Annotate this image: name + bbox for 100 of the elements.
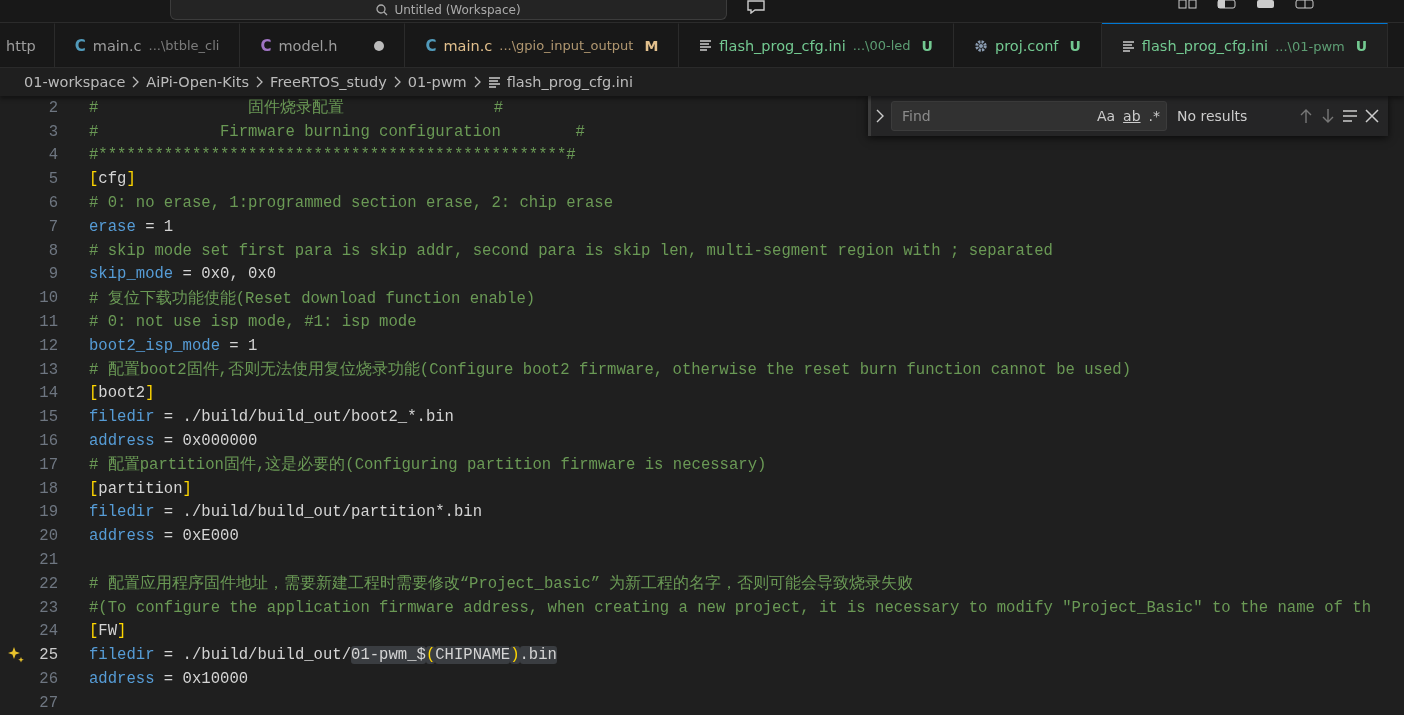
lines-file-icon: [699, 39, 713, 52]
tab-path: ...\00-led: [852, 38, 911, 53]
editor-tab[interactable]: C model.h: [240, 23, 406, 67]
code-line: [boot2]: [89, 384, 155, 403]
code-line: # 复位下载功能使能(Reset download function enable): [89, 288, 536, 309]
find-option-toggle[interactable]: .*: [1148, 108, 1160, 124]
chevron-right-icon: [131, 76, 141, 88]
git-status-letter: U: [921, 37, 933, 54]
chevron-right-icon: [472, 76, 482, 88]
line-number: 20: [39, 527, 58, 546]
line-number: 19: [39, 503, 58, 522]
tab-path: ...\gpio_input_output: [499, 38, 634, 53]
editor-tab[interactable]: C main.c ...\gpio_input_output M: [405, 23, 680, 67]
editor-tab[interactable]: flash_prog_cfg.ini ...\01-pwm U: [1101, 23, 1389, 67]
find-option-toggle[interactable]: ab: [1123, 108, 1141, 124]
sparkle-icon[interactable]: [8, 647, 24, 664]
editor-tab[interactable]: flash_prog_cfg.ini ...\00-led U: [679, 23, 954, 67]
code-line: boot2_isp_mode = 1: [89, 336, 258, 355]
find-option-toggle[interactable]: Aa: [1096, 108, 1116, 124]
tab-label: main.c: [92, 37, 142, 54]
code-line: # 配置partition固件,这是必要的(Configuring partition firmware is necessary): [89, 454, 767, 476]
git-status-letter: M: [644, 37, 659, 54]
code-line: address = 0x000000: [89, 432, 258, 451]
editor-tab[interactable]: http: [0, 23, 55, 67]
editor-tab[interactable]: proj.conf U: [953, 23, 1102, 67]
line-number: 27: [39, 693, 58, 712]
code-line: filedir = ./build/build_out/01-pwm_$(CHIPNAME).bin: [89, 646, 557, 665]
find-in-selection-icon[interactable]: [1342, 108, 1358, 124]
breadcrumb-item[interactable]: FreeRTOS_study: [270, 74, 387, 90]
code-line: address = 0xE000: [89, 527, 239, 546]
chevron-right-icon[interactable]: [875, 109, 885, 123]
chevron-right-icon: [392, 76, 402, 88]
line-number: 17: [39, 455, 58, 474]
workspace-title: Untitled (Workspace): [394, 2, 521, 17]
sidebar-layout-icon[interactable]: [1217, 0, 1236, 9]
tab-label: flash_prog_cfg.ini: [719, 37, 846, 54]
gear-icon: [973, 38, 988, 53]
split-layout-icon[interactable]: [1178, 0, 1197, 9]
code-line: # 配置应用程序固件地址，需要新建工程时需要修改“Project_basic” 为新工程的名字，否则可能会导致烧录失败: [89, 573, 914, 595]
editor-tab[interactable]: C main.c ...\btble_cli: [54, 23, 241, 67]
tab-path: ...\btble_cli: [148, 38, 220, 53]
tab-label: model.h: [278, 37, 338, 54]
tab-label: main.c: [443, 37, 493, 54]
find-input[interactable]: Find Aa ab .*: [891, 101, 1167, 131]
lines-file-icon: [487, 75, 501, 89]
search-icon: [376, 3, 389, 16]
find-result-count: No results: [1177, 108, 1248, 124]
code-line: [partition]: [89, 479, 192, 498]
line-number: 26: [39, 670, 58, 688]
line-number: 15: [39, 408, 58, 427]
line-number: 21: [39, 551, 58, 570]
code-line: erase = 1: [89, 217, 174, 236]
line-number: 3: [48, 122, 58, 141]
line-number: 23: [39, 598, 58, 617]
line-number: 5: [48, 170, 58, 189]
code-line: [FW]: [89, 622, 127, 641]
line-number: 18: [39, 479, 58, 498]
code-line: skip_mode = 0x0, 0x0: [89, 265, 277, 284]
code-line: # 0: not use isp mode, #1: isp mode: [89, 313, 417, 332]
code-line: # 0: no erase, 1:programmed section erase, 2: chip erase: [89, 194, 614, 213]
git-status-letter: U: [1355, 38, 1368, 54]
code-line: address = 0x10000: [89, 670, 249, 688]
line-number: 4: [48, 146, 58, 165]
line-number: 14: [39, 384, 58, 403]
chevron-right-icon: [255, 76, 265, 88]
code-line: filedir = ./build/build_out/partition*.bin: [89, 503, 483, 522]
line-number: 8: [48, 241, 58, 260]
line-number: 10: [39, 289, 58, 308]
arrow-up-icon[interactable]: [1298, 108, 1314, 124]
code-line: #(To configure the application firmware address, when creating a new project, it is necessary to modify "Project_Basic" to the name of th: [89, 598, 1371, 617]
code-line: filedir = ./build/build_out/boot2_*.bin: [89, 408, 454, 427]
tab-label: proj.conf: [994, 37, 1059, 54]
breadcrumb-item[interactable]: 01-pwm: [407, 74, 467, 90]
customize-layout-icon[interactable]: [1295, 0, 1314, 9]
git-status-letter: U: [1069, 37, 1081, 54]
line-number: 22: [39, 574, 58, 593]
code-line: #**************************************************#: [89, 146, 576, 165]
code-line: [cfg]: [89, 170, 136, 189]
code-line: # Firmware burning configuration #: [89, 122, 585, 141]
line-number: 9: [48, 265, 58, 284]
line-number: 25: [39, 646, 58, 665]
line-number: 13: [39, 360, 58, 379]
breadcrumb-item[interactable]: AiPi-Open-Kits: [146, 74, 250, 90]
panel-layout-icon[interactable]: [1256, 0, 1275, 9]
tab-path: ...\01-pwm: [1275, 38, 1345, 54]
line-number: 2: [48, 98, 58, 117]
breadcrumb-item[interactable]: 01-workspace: [24, 74, 126, 90]
breadcrumb-item[interactable]: flash_prog_cfg.ini: [506, 74, 634, 90]
tab-label: http: [6, 37, 36, 54]
close-icon[interactable]: [1364, 108, 1380, 124]
line-number: 12: [39, 336, 58, 355]
c-file-icon: C: [74, 36, 86, 55]
line-number: 6: [48, 194, 58, 213]
arrow-down-icon[interactable]: [1320, 108, 1336, 124]
chat-icon[interactable]: [746, 0, 766, 14]
code-line: # 配置boot2固件,否则无法使用复位烧录功能(Configure boot2 firmware, otherwise the reset burn function cannot be used): [89, 360, 1132, 381]
lines-file-icon: [1121, 39, 1135, 53]
line-number: 7: [48, 217, 58, 236]
command-center-search[interactable]: Untitled (Workspace): [170, 0, 727, 20]
code-line: # 固件烧录配置 #: [89, 98, 504, 119]
